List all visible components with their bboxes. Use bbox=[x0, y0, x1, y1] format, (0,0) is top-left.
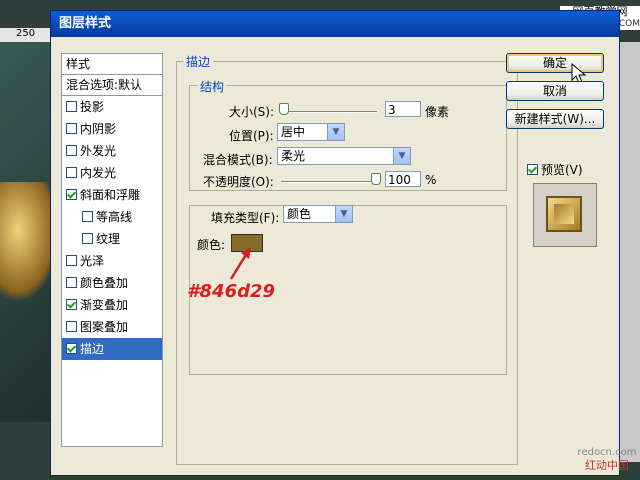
structure-group-title: 结构 bbox=[197, 78, 228, 95]
style-item-3[interactable]: 内发光 bbox=[62, 162, 162, 184]
style-item-label: 图案叠加 bbox=[80, 320, 129, 334]
style-item-label: 外发光 bbox=[80, 144, 117, 158]
style-item-label: 投影 bbox=[80, 100, 105, 114]
watermark-bottom: redocn.com 红动中国 bbox=[574, 446, 640, 472]
style-checkbox-icon[interactable] bbox=[82, 211, 93, 222]
style-checkbox-icon[interactable] bbox=[66, 101, 77, 112]
ruler: 250 bbox=[0, 28, 56, 43]
style-checkbox-icon[interactable] bbox=[82, 233, 93, 244]
style-item-0[interactable]: 投影 bbox=[62, 96, 162, 118]
style-checkbox-icon[interactable] bbox=[66, 277, 77, 288]
style-checkbox-icon[interactable] bbox=[66, 321, 77, 332]
styles-list: 样式 混合选项:默认 投影内阴影外发光内发光斜面和浮雕等高线纹理光泽颜色叠加渐变… bbox=[61, 53, 163, 447]
style-checkbox-icon[interactable] bbox=[66, 255, 77, 266]
fill-type-value: 颜色 bbox=[287, 207, 312, 221]
fill-type-select[interactable]: 颜色 ▼ bbox=[283, 205, 353, 223]
style-checkbox-icon[interactable] bbox=[66, 343, 77, 354]
size-unit: 像素 bbox=[425, 105, 450, 119]
watermark-bottom-text: 红动中国 bbox=[585, 459, 629, 472]
style-item-7[interactable]: 光泽 bbox=[62, 250, 162, 272]
style-checkbox-icon[interactable] bbox=[66, 145, 77, 156]
cancel-button[interactable]: 取消 bbox=[506, 81, 604, 101]
ok-button[interactable]: 确定 bbox=[506, 53, 604, 73]
blend-mode-select[interactable]: 柔光 ▼ bbox=[277, 147, 411, 165]
opacity-unit: % bbox=[425, 173, 437, 187]
size-input[interactable]: 3 bbox=[385, 101, 421, 117]
opacity-slider-thumb[interactable] bbox=[371, 173, 381, 185]
watermark-bottom-url: redocn.com bbox=[577, 447, 637, 458]
style-item-11[interactable]: 描边 bbox=[62, 338, 162, 360]
chevron-down-icon: ▼ bbox=[393, 148, 410, 164]
style-item-1[interactable]: 内阴影 bbox=[62, 118, 162, 140]
style-checkbox-icon[interactable] bbox=[66, 123, 77, 134]
position-select[interactable]: 居中 ▼ bbox=[277, 123, 345, 141]
position-label: 位置(P): bbox=[229, 129, 274, 143]
style-item-label: 内发光 bbox=[80, 166, 117, 180]
chevron-down-icon: ▼ bbox=[335, 206, 352, 222]
preview-label: 预览(V) bbox=[541, 163, 583, 177]
canvas-background bbox=[0, 42, 60, 422]
style-item-label: 描边 bbox=[80, 342, 105, 356]
size-label: 大小(S): bbox=[229, 105, 275, 119]
style-checkbox-icon[interactable] bbox=[66, 189, 77, 200]
style-item-label: 颜色叠加 bbox=[80, 276, 129, 290]
style-item-10[interactable]: 图案叠加 bbox=[62, 316, 162, 338]
blend-options-item[interactable]: 混合选项:默认 bbox=[62, 75, 162, 96]
preview-thumbnail bbox=[546, 196, 582, 232]
style-item-label: 内阴影 bbox=[80, 122, 117, 136]
chevron-down-icon: ▼ bbox=[327, 124, 344, 140]
style-item-label: 斜面和浮雕 bbox=[80, 188, 141, 202]
layer-style-dialog: 图层样式 样式 混合选项:默认 投影 内阴影 外发光 内发光 斜面和浮雕 等高线 纹理 光泽颜… bbox=[50, 10, 620, 476]
opacity-slider-track[interactable] bbox=[281, 181, 377, 183]
fill-type-label: 填充类型(F): bbox=[211, 211, 280, 225]
workspace-right-edge bbox=[620, 42, 640, 462]
style-item-9[interactable]: 渐变叠加 bbox=[62, 294, 162, 316]
position-value: 居中 bbox=[281, 125, 306, 139]
new-style-button[interactable]: 新建样式(W)... bbox=[506, 109, 604, 129]
style-item-6[interactable]: 纹理 bbox=[62, 228, 162, 250]
stroke-group-title: 描边 bbox=[183, 53, 214, 70]
style-item-label: 光泽 bbox=[80, 254, 105, 268]
style-item-label: 纹理 bbox=[96, 232, 121, 246]
ruler-mark: 250 bbox=[16, 28, 36, 39]
style-item-4[interactable]: 斜面和浮雕 bbox=[62, 184, 162, 206]
style-item-8[interactable]: 颜色叠加 bbox=[62, 272, 162, 294]
style-item-5[interactable]: 等高线 bbox=[62, 206, 162, 228]
preview-check-icon bbox=[527, 164, 538, 175]
style-checkbox-icon[interactable] bbox=[66, 167, 77, 178]
dialog-title: 图层样式 bbox=[51, 11, 619, 37]
blend-mode-label: 混合模式(B): bbox=[203, 153, 273, 167]
size-slider-thumb[interactable] bbox=[279, 103, 289, 115]
preview-checkbox[interactable]: 预览(V) bbox=[527, 161, 583, 178]
style-checkbox-icon[interactable] bbox=[66, 299, 77, 310]
opacity-label: 不透明度(O): bbox=[203, 175, 274, 189]
style-item-label: 渐变叠加 bbox=[80, 298, 129, 312]
color-annotation: #846d29 bbox=[187, 281, 276, 302]
style-item-2[interactable]: 外发光 bbox=[62, 140, 162, 162]
size-slider-track[interactable] bbox=[281, 111, 377, 113]
style-item-label: 等高线 bbox=[96, 210, 133, 224]
styles-header[interactable]: 样式 bbox=[62, 54, 162, 75]
opacity-input[interactable]: 100 bbox=[385, 171, 421, 187]
blend-mode-value: 柔光 bbox=[281, 149, 306, 163]
style-preview bbox=[533, 183, 597, 247]
dialog-body: 样式 混合选项:默认 投影内阴影外发光内发光斜面和浮雕等高线纹理光泽颜色叠加渐变… bbox=[51, 37, 619, 475]
